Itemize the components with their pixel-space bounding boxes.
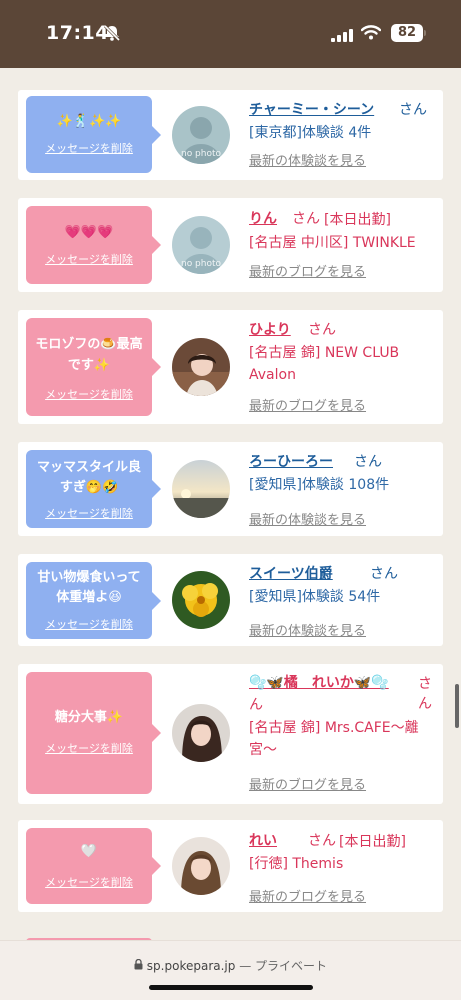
honorific: さん [354, 454, 382, 470]
user-name-link[interactable]: ろーひーろー [249, 451, 333, 471]
signal-icon [331, 27, 353, 46]
honorific: さん [370, 566, 398, 582]
home-indicator[interactable] [149, 985, 313, 990]
user-name-link[interactable]: りん [249, 208, 277, 228]
honorific: さん [308, 322, 336, 338]
browser-bottom-bar: sp.pokepara.jp — プライベート [0, 940, 461, 1000]
latest-link[interactable]: 最新のブログを見る [249, 886, 366, 905]
delete-message-button[interactable]: メッセージを削除 [26, 140, 152, 156]
message-text-line: 体重増よ😆 [56, 590, 122, 605]
latest-link[interactable]: 最新のブログを見る [249, 261, 366, 280]
message-bubble: 💗💗💗 メッセージを削除 [26, 206, 161, 284]
avatar[interactable] [172, 460, 230, 518]
message-card: 🤍 メッセージを削除 れい さん [本日出勤] [行徳] Themis 最新のブ… [18, 820, 443, 912]
user-info: [愛知県]体験談 108件 [249, 477, 390, 493]
no-photo-label: no photo [181, 149, 222, 159]
message-bubble: 🤍 メッセージを削除 [26, 828, 161, 904]
user-name-link[interactable]: れい [249, 830, 277, 850]
delete-message-button[interactable]: メッセージを削除 [26, 251, 152, 267]
shop-info-line: [名古屋 錦] NEW CLUB [249, 345, 400, 361]
attendance-tag: [本日出勤] [339, 834, 406, 850]
delete-message-button[interactable]: メッセージを削除 [26, 874, 152, 890]
message-text-line: です✨ [67, 358, 111, 373]
message-bubble: マッマスタイル良 すぎ🤭🤣 メッセージを削除 [26, 450, 161, 528]
url-bar[interactable]: sp.pokepara.jp — プライベート [0, 957, 461, 974]
message-bubble: 甘い物爆食いって 体重増よ😆 メッセージを削除 [26, 562, 161, 639]
honorific: さん [292, 211, 320, 227]
bell-slash-icon [103, 24, 121, 46]
wifi-icon [360, 25, 382, 44]
message-text-line: 甘い物爆食いって [37, 570, 141, 585]
private-mode-label: — プライベート [239, 959, 328, 973]
honorific: さん [418, 676, 432, 712]
shop-info: [名古屋 中川区] TWINKLE [249, 235, 416, 251]
message-card: ✨🕺✨✨ メッセージを削除 no photo チャーミー・シーン さん [東京都… [18, 90, 443, 180]
message-text: 💗💗💗 [64, 225, 114, 240]
avatar[interactable] [172, 837, 230, 895]
latest-link[interactable]: 最新の体験談を見る [249, 509, 366, 528]
shop-info-line: Avalon [249, 367, 296, 383]
user-info: [愛知県]体験談 54件 [249, 589, 381, 605]
message-card: 💗💗💗 メッセージを削除 no photo りん さん [本日出勤] [名古屋 … [18, 198, 443, 292]
message-text-line: マッマスタイル良 [36, 460, 141, 475]
message-card: マッマスタイル良 すぎ🤭🤣 メッセージを削除 ろーひーろー さん [愛知県]体験… [18, 442, 443, 536]
latest-link[interactable]: 最新のブログを見る [249, 395, 366, 414]
status-bar: 17:14 82 [0, 0, 461, 68]
message-card: モロゾフの🍮最高 です✨ メッセージを削除 ひより さん [名古屋 錦] NEW… [18, 310, 443, 424]
shop-info-line: [名古屋 錦] Mrs.CAFE〜離 [249, 720, 419, 736]
status-time: 17:14 [46, 22, 109, 44]
avatar[interactable]: no photo [172, 106, 230, 164]
scrollbar[interactable] [455, 684, 459, 728]
delete-message-button[interactable]: メッセージを削除 [26, 386, 152, 402]
message-bubble: モロゾフの🍮最高 です✨ メッセージを削除 [26, 318, 161, 416]
delete-message-button[interactable]: メッセージを削除 [26, 740, 152, 756]
delete-message-button[interactable]: メッセージを削除 [26, 505, 152, 521]
message-text-line: モロゾフの🍮最高 [35, 337, 143, 352]
message-bubble: 糖分大事✨ メッセージを削除 [26, 672, 161, 794]
avatar[interactable]: no photo [172, 216, 230, 274]
shop-info-line: 宮〜 [249, 742, 277, 758]
user-name-link[interactable]: チャーミー・シーン [249, 99, 374, 119]
delete-message-button[interactable]: メッセージを削除 [26, 616, 152, 632]
user-name-link[interactable]: 🫧🦋橘 れいか🦋🫧 [249, 672, 389, 692]
honorific: さん [399, 102, 427, 118]
message-card: 糖分大事✨ メッセージを削除 🫧🦋橘 れいか🦋🫧 さん ん [名古屋 錦] Mr… [18, 664, 443, 804]
url-text: sp.pokepara.jp [146, 959, 236, 973]
shop-info: [行徳] Themis [249, 856, 344, 872]
battery-icon: 82 [391, 24, 423, 42]
message-bubble: ✨🕺✨✨ メッセージを削除 [26, 96, 161, 173]
user-info: [東京都]体験談 4件 [249, 125, 372, 141]
honorific-wrap: ん [249, 697, 263, 713]
message-card: 甘い物爆食いって 体重増よ😆 メッセージを削除 スイーツ伯爵 さん [愛知県]体… [18, 554, 443, 646]
message-text: ✨🕺✨✨ [56, 114, 122, 129]
message-text: 糖分大事✨ [54, 710, 124, 725]
latest-link[interactable]: 最新の体験談を見る [249, 150, 366, 169]
message-text-line: すぎ🤭🤣 [59, 480, 119, 495]
attendance-tag: [本日出勤] [324, 212, 391, 228]
avatar[interactable] [172, 338, 230, 396]
user-name-link[interactable]: ひより [249, 319, 291, 339]
latest-link[interactable]: 最新の体験談を見る [249, 620, 366, 639]
message-text: 🤍 [80, 844, 98, 859]
user-name-link[interactable]: スイーツ伯爵 [249, 563, 333, 583]
avatar[interactable] [172, 704, 230, 762]
battery-tip [424, 30, 426, 36]
lock-icon [134, 958, 147, 973]
avatar[interactable] [172, 571, 230, 629]
latest-link[interactable]: 最新のブログを見る [249, 774, 366, 793]
no-photo-label: no photo [181, 259, 222, 269]
honorific: さん [308, 833, 336, 849]
